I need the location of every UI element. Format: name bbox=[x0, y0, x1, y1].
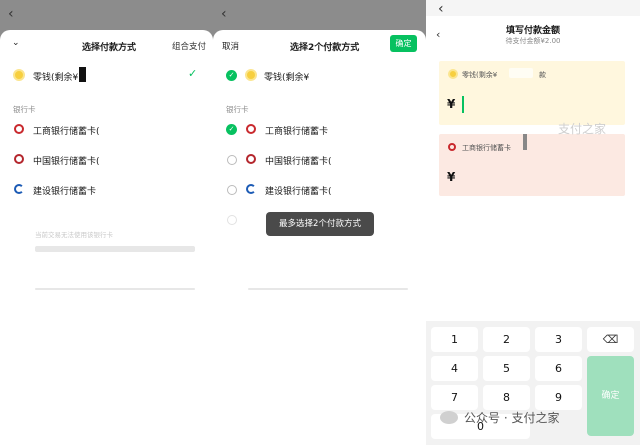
change-balance-label[interactable]: 零钱(剩余¥ bbox=[33, 70, 78, 83]
combined-pay-link[interactable]: 组合支付 bbox=[172, 40, 206, 52]
toast-message: 最多选择2个付款方式 bbox=[266, 212, 374, 236]
icbc-icon bbox=[448, 143, 456, 151]
wechat-icon bbox=[440, 411, 458, 424]
card-label-suffix: 款 bbox=[539, 71, 546, 79]
top-bar: ‹ bbox=[0, 0, 213, 30]
radio-checked-icon[interactable]: ✓ bbox=[226, 124, 237, 135]
bank-card-section-label: 银行卡 bbox=[226, 105, 249, 114]
radio-unchecked-icon[interactable] bbox=[227, 155, 237, 165]
sheet-title: 选择付款方式 bbox=[82, 43, 137, 53]
footer-watermark: 公众号 · 支付之家 bbox=[440, 409, 640, 431]
redacted-card bbox=[523, 134, 527, 150]
bank-option-ccb[interactable]: 建设银行储蓄卡( bbox=[265, 184, 332, 197]
top-bar: ‹ bbox=[426, 0, 640, 17]
coin-icon bbox=[13, 69, 25, 81]
redacted-balance bbox=[79, 67, 86, 82]
coin-icon bbox=[448, 69, 458, 79]
bank-option-ccb[interactable]: 建设银行储蓄卡 bbox=[33, 184, 96, 197]
card-label: 零钱(剩余¥ bbox=[462, 71, 498, 79]
key-7[interactable]: 7 bbox=[431, 385, 478, 410]
coin-icon bbox=[245, 69, 257, 81]
card-label: 工商银行储蓄卡 bbox=[462, 144, 511, 152]
ccb-icon bbox=[14, 184, 24, 194]
bottom-sheet bbox=[213, 30, 426, 445]
watermark: 支付之家 bbox=[558, 122, 607, 136]
amount-due: 待支付金额¥2.00 bbox=[505, 37, 561, 45]
boc-icon bbox=[246, 154, 256, 164]
backspace-icon[interactable]: ⌫ bbox=[587, 327, 634, 352]
cancel-button[interactable]: 取消 bbox=[222, 40, 239, 52]
redacted-balance bbox=[509, 68, 533, 78]
top-bar: ‹ bbox=[213, 0, 426, 30]
currency-symbol: ¥ bbox=[447, 97, 456, 111]
icbc-icon bbox=[14, 124, 24, 134]
bank-amount-card[interactable]: 工商银行储蓄卡 ¥ bbox=[439, 134, 625, 196]
chevron-left-icon[interactable]: ‹ bbox=[8, 6, 14, 22]
key-9[interactable]: 9 bbox=[535, 385, 582, 410]
bank-card-section-label: 银行卡 bbox=[13, 105, 36, 114]
key-4[interactable]: 4 bbox=[431, 356, 478, 381]
change-balance-label[interactable]: 零钱(剩余¥ bbox=[264, 70, 309, 83]
key-5[interactable]: 5 bbox=[483, 356, 530, 381]
text-cursor bbox=[462, 96, 464, 113]
blurred-row bbox=[35, 246, 195, 252]
bank-option-icbc[interactable]: 工商银行储蓄卡( bbox=[33, 124, 100, 137]
bank-option-icbc[interactable]: 工商银行储蓄卡 bbox=[265, 124, 328, 137]
radio-checked-icon[interactable]: ✓ bbox=[226, 70, 237, 81]
change-amount-card[interactable]: 零钱(剩余¥ 款 ¥ bbox=[439, 61, 625, 125]
blurred-row bbox=[35, 288, 195, 290]
bank-option-boc[interactable]: 中国银行储蓄卡( bbox=[265, 154, 332, 167]
boc-icon bbox=[14, 154, 24, 164]
icbc-icon bbox=[246, 124, 256, 134]
key-1[interactable]: 1 bbox=[431, 327, 478, 352]
watermark-text: 公众号 · 支付之家 bbox=[464, 411, 560, 425]
confirm-button[interactable]: 确定 bbox=[390, 35, 417, 52]
radio-unchecked-icon[interactable] bbox=[227, 185, 237, 195]
sheet-title: 选择2个付款方式 bbox=[290, 43, 360, 53]
currency-symbol: ¥ bbox=[447, 170, 456, 184]
ccb-icon bbox=[246, 184, 256, 194]
key-6[interactable]: 6 bbox=[535, 356, 582, 381]
key-8[interactable]: 8 bbox=[483, 385, 530, 410]
check-icon: ✓ bbox=[188, 67, 198, 80]
blurred-row bbox=[248, 288, 408, 290]
collapse-icon[interactable]: ⌄ bbox=[12, 38, 20, 48]
chevron-left-icon[interactable]: ‹ bbox=[438, 1, 444, 17]
chevron-left-icon[interactable]: ‹ bbox=[221, 6, 227, 22]
key-3[interactable]: 3 bbox=[535, 327, 582, 352]
payment-method-panel: ‹ bbox=[0, 0, 213, 445]
unavailable-notice: 当前交易无法使用该银行卡 bbox=[35, 231, 113, 239]
key-2[interactable]: 2 bbox=[483, 327, 530, 352]
bank-option-boc[interactable]: 中国银行储蓄卡( bbox=[33, 154, 100, 167]
page-title: 填写付款金额 bbox=[505, 26, 560, 36]
radio-disabled-icon bbox=[227, 215, 237, 225]
